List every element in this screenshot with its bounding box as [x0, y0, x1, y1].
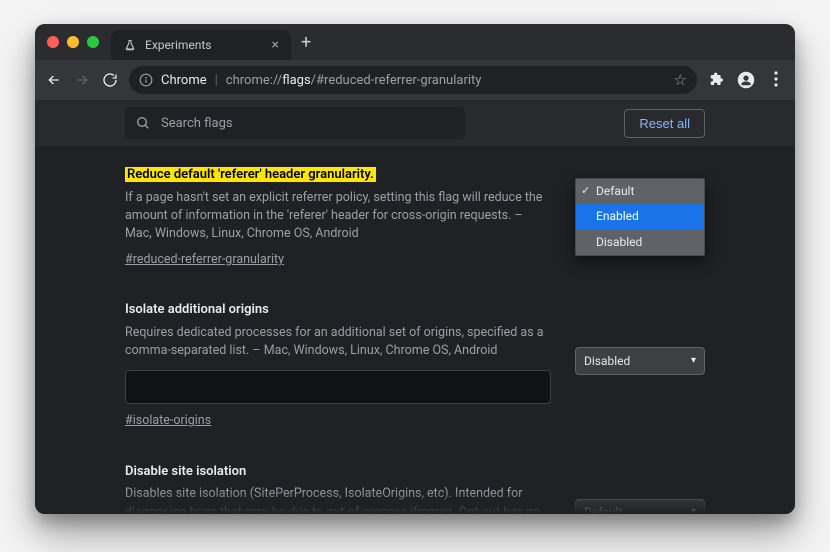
flag-description: If a page hasn't set an explicit referre… [125, 189, 551, 243]
tab-title: Experiments [145, 38, 212, 52]
new-tab-button[interactable]: + [301, 32, 311, 53]
browser-window: Experiments × + Chrome | chrome://flags/… [35, 24, 795, 514]
search-input[interactable]: Search flags [125, 107, 465, 139]
site-info-icon[interactable] [139, 73, 153, 87]
browser-tab[interactable]: Experiments × [111, 30, 291, 60]
back-button[interactable] [45, 71, 63, 89]
search-icon [135, 115, 151, 131]
extensions-icon[interactable] [707, 71, 725, 89]
flag-title: Reduce default 'referer' header granular… [125, 167, 376, 182]
titlebar: Experiments × + [35, 24, 795, 60]
omnibox-label: Chrome [161, 73, 207, 88]
search-placeholder: Search flags [161, 116, 233, 131]
chevron-down-icon: ▾ [691, 505, 696, 514]
chevron-down-icon: ▾ [691, 354, 696, 369]
flag-anchor-link[interactable]: #reduced-referrer-granularity [125, 251, 284, 269]
omnibox-separator: | [215, 73, 218, 88]
profile-avatar-icon[interactable] [737, 71, 755, 89]
flags-topbar: Search flags Reset all [35, 100, 795, 146]
maximize-window-button[interactable] [87, 36, 99, 48]
flag-title: Isolate additional origins [125, 302, 269, 317]
forward-button[interactable] [73, 71, 91, 89]
flag-item: Reduce default 'referer' header granular… [125, 166, 705, 269]
flask-icon [123, 38, 137, 52]
select-option-disabled[interactable]: Disabled [576, 230, 704, 255]
select-value: Disabled [584, 353, 630, 370]
bookmark-star-icon[interactable]: ☆ [674, 71, 687, 89]
address-bar[interactable]: Chrome | chrome://flags/#reduced-referre… [129, 66, 697, 94]
page-content: Search flags Reset all Reduce default 'r… [35, 100, 795, 514]
flag-item: Isolate additional origins Requires dedi… [125, 301, 705, 430]
flag-description: Disables site isolation (SitePerProcess,… [125, 485, 551, 514]
flag-description: Requires dedicated processes for an addi… [125, 324, 551, 360]
origins-text-input[interactable] [125, 370, 551, 404]
toolbar: Chrome | chrome://flags/#reduced-referre… [35, 60, 795, 100]
reset-all-button[interactable]: Reset all [624, 109, 705, 138]
select-option-default[interactable]: Default [576, 179, 704, 204]
menu-kebab-icon[interactable] [767, 71, 785, 89]
flag-select[interactable]: Disabled ▾ [575, 347, 705, 375]
flags-list: Reduce default 'referer' header granular… [35, 146, 795, 514]
omnibox-url: chrome://flags/#reduced-referrer-granula… [226, 73, 482, 88]
flag-select[interactable]: Default ▾ [575, 499, 705, 514]
select-option-enabled[interactable]: Enabled [576, 204, 704, 229]
close-window-button[interactable] [47, 36, 59, 48]
reload-button[interactable] [101, 71, 119, 89]
flag-item: Disable site isolation Disables site iso… [125, 463, 705, 514]
minimize-window-button[interactable] [67, 36, 79, 48]
close-tab-icon[interactable]: × [272, 37, 279, 53]
flag-anchor-link[interactable]: #isolate-origins [125, 412, 211, 430]
select-value: Default [584, 504, 622, 514]
flag-title: Disable site isolation [125, 464, 246, 479]
toolbar-right-icons [707, 71, 785, 89]
window-controls [47, 36, 99, 48]
flag-select-dropdown: Default Enabled Disabled [575, 178, 705, 256]
